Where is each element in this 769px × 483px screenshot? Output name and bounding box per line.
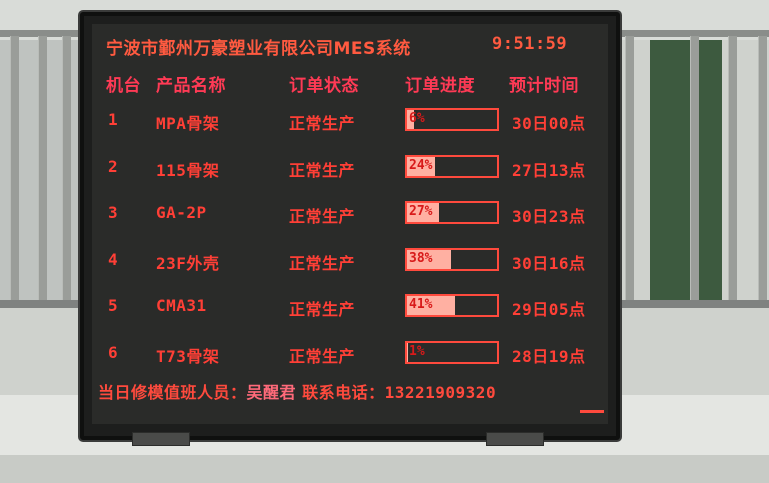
header-machine: 机台 <box>106 76 141 96</box>
row-machine-number: 2 <box>108 157 119 176</box>
row-progress-label: 41% <box>409 297 433 312</box>
row-product-name: MPA骨架 <box>156 114 220 133</box>
row-progress-label: 6% <box>409 111 425 126</box>
row-machine-number: 5 <box>108 296 119 315</box>
sign-clock: 9:51:59 <box>492 34 568 54</box>
row-product-name: 115骨架 <box>156 161 220 180</box>
header-progress: 订单进度 <box>405 76 475 96</box>
row-order-status: 正常生产 <box>289 114 356 133</box>
row-order-status: 正常生产 <box>289 207 356 226</box>
duty-name: 吴醒君 <box>246 383 297 402</box>
row-order-status: 正常生产 <box>289 347 356 366</box>
led-sign: 宁波市鄞州万豪塑业有限公司MES系统 9:51:59 机台 产品名称 订单状态 … <box>80 12 620 440</box>
row-progress-bar: 27% <box>405 201 499 224</box>
mount-bracket <box>486 432 544 446</box>
sign-title: 宁波市鄞州万豪塑业有限公司MES系统 <box>106 39 411 59</box>
railing-post <box>728 36 737 302</box>
row-progress-label: 1% <box>409 344 425 359</box>
header-eta: 预计时间 <box>509 76 579 96</box>
row-progress-label: 38% <box>409 251 433 266</box>
background-floor <box>0 455 769 483</box>
row-order-status: 正常生产 <box>289 300 356 319</box>
row-order-status: 正常生产 <box>289 161 356 180</box>
row-progress-bar: 24% <box>405 155 499 178</box>
background-door <box>650 40 722 300</box>
row-progress-label: 24% <box>409 158 433 173</box>
header-product: 产品名称 <box>156 76 226 96</box>
phone-number: 13221909320 <box>384 383 497 402</box>
row-product-name: T73骨架 <box>156 347 220 366</box>
railing-post <box>10 36 19 302</box>
row-progress-bar: 38% <box>405 248 499 271</box>
row-machine-number: 1 <box>108 110 119 129</box>
row-progress-label: 27% <box>409 204 433 219</box>
row-product-name: GA-2P <box>156 203 207 222</box>
row-eta: 28日19点 <box>512 347 586 366</box>
row-order-status: 正常生产 <box>289 254 356 273</box>
row-eta: 30日23点 <box>512 207 586 226</box>
led-cursor-mark <box>580 410 604 413</box>
row-progress-bar: 6% <box>405 108 499 131</box>
railing-post <box>625 36 634 302</box>
railing-post <box>62 36 71 302</box>
row-eta: 30日00点 <box>512 114 586 133</box>
row-eta: 30日16点 <box>512 254 586 273</box>
row-machine-number: 4 <box>108 250 119 269</box>
row-machine-number: 3 <box>108 203 119 222</box>
duty-label: 当日修模值班人员： <box>98 383 247 402</box>
row-product-name: CMA31 <box>156 296 207 315</box>
mount-bracket <box>132 432 190 446</box>
row-eta: 29日05点 <box>512 300 586 319</box>
header-status: 订单状态 <box>289 76 359 96</box>
row-product-name: 23F外壳 <box>156 254 220 273</box>
row-progress-bar: 41% <box>405 294 499 317</box>
row-eta: 27日13点 <box>512 161 586 180</box>
row-progress-fill <box>407 343 409 362</box>
led-screen: 宁波市鄞州万豪塑业有限公司MES系统 9:51:59 机台 产品名称 订单状态 … <box>92 24 608 424</box>
row-machine-number: 6 <box>108 343 119 362</box>
row-progress-bar: 1% <box>405 341 499 364</box>
phone-label: 联系电话： <box>296 383 385 402</box>
railing-post <box>690 36 699 302</box>
railing-post <box>38 36 47 302</box>
duty-footer: 当日修模值班人员：吴醒君 联系电话：13221909320 <box>98 379 496 403</box>
railing-post <box>758 36 767 302</box>
